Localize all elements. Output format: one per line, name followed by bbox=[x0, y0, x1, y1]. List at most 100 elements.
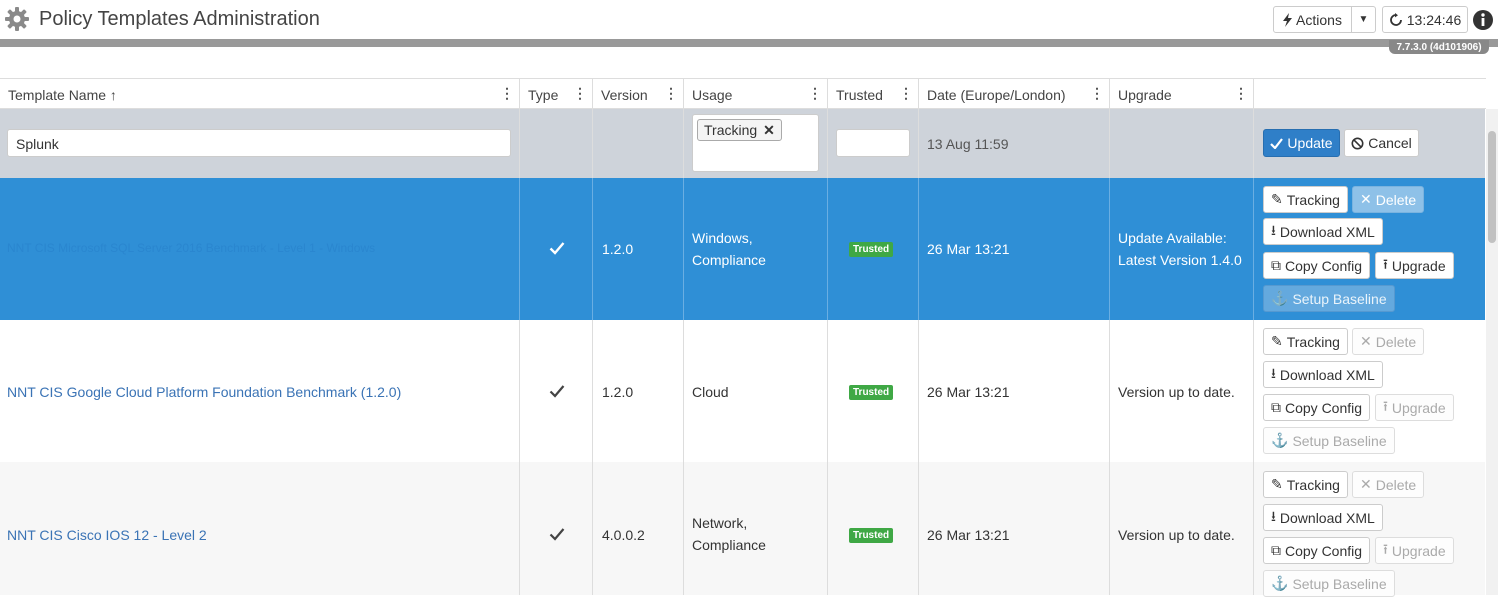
tracking-button[interactable]: ✎ Tracking bbox=[1263, 471, 1348, 498]
page-title: Policy Templates Administration bbox=[39, 8, 320, 30]
info-icon[interactable] bbox=[1472, 9, 1494, 31]
column-label: Date (Europe/London) bbox=[927, 87, 1066, 103]
column-menu-icon[interactable]: ⋮ bbox=[899, 85, 913, 102]
update-label: Update bbox=[1287, 135, 1333, 151]
gear-icon bbox=[4, 6, 30, 32]
column-label: Type bbox=[528, 87, 559, 103]
version-value: 1.2.0 bbox=[602, 384, 634, 400]
template-name-link[interactable]: NNT CIS Microsoft SQL Server 2016 Benchm… bbox=[7, 241, 375, 255]
usage-tag-label: Tracking bbox=[704, 122, 758, 138]
refresh-button[interactable]: 13:24:46 bbox=[1382, 6, 1468, 33]
date-value: 26 Mar 13:21 bbox=[927, 241, 1010, 257]
column-label: Template Name ↑ bbox=[8, 87, 117, 103]
delete-button[interactable]: ✕ Delete bbox=[1352, 328, 1425, 355]
upgrade-label: Upgrade bbox=[1391, 399, 1446, 416]
column-header-actions bbox=[1254, 78, 1486, 109]
column-header-type[interactable]: Type ⋮ bbox=[520, 78, 593, 109]
actions-label: Actions bbox=[1296, 11, 1342, 28]
date-value: 26 Mar 13:21 bbox=[927, 384, 1010, 400]
upload-icon: ⭱ bbox=[1383, 397, 1388, 414]
close-icon: ✕ bbox=[1360, 191, 1372, 207]
setup-baseline-button[interactable]: ⚓ Setup Baseline bbox=[1263, 285, 1395, 312]
tracking-button[interactable]: ✎ Tracking bbox=[1263, 186, 1348, 213]
trusted-input[interactable] bbox=[836, 129, 910, 157]
column-menu-icon[interactable]: ⋮ bbox=[573, 85, 587, 102]
usage-value: Windows, bbox=[692, 230, 753, 246]
column-header-upgrade[interactable]: Upgrade ⋮ bbox=[1110, 78, 1254, 109]
trusted-badge: Trusted bbox=[849, 385, 894, 400]
usage-tag: Tracking ✕ bbox=[697, 119, 782, 141]
version-badge: 7.7.3.0 (4d101906) bbox=[1389, 40, 1489, 54]
baseline-label: Setup Baseline bbox=[1292, 432, 1387, 449]
download-xml-button[interactable]: ⭳ Download XML bbox=[1263, 218, 1383, 245]
column-header-date[interactable]: Date (Europe/London) ⋮ bbox=[919, 78, 1110, 109]
column-menu-icon[interactable]: ⋮ bbox=[1090, 85, 1104, 102]
version-value: 4.0.0.2 bbox=[602, 527, 645, 543]
upgrade-status: Update Available: bbox=[1118, 230, 1227, 246]
anchor-icon: ⚓ bbox=[1271, 290, 1289, 306]
column-header-trusted[interactable]: Trusted ⋮ bbox=[828, 78, 919, 109]
vertical-scrollbar[interactable] bbox=[1486, 109, 1498, 595]
bolt-icon bbox=[1283, 12, 1293, 27]
check-icon bbox=[1270, 137, 1284, 149]
copy-label: Copy Config bbox=[1285, 542, 1363, 559]
close-icon: ✕ bbox=[1360, 333, 1372, 349]
column-header-usage[interactable]: Usage ⋮ bbox=[684, 78, 828, 109]
download-label: Download XML bbox=[1279, 509, 1375, 526]
edit-date: 13 Aug 11:59 bbox=[927, 136, 1009, 152]
setup-baseline-button[interactable]: ⚓ Setup Baseline bbox=[1263, 427, 1395, 454]
template-name-input[interactable]: Splunk bbox=[7, 129, 511, 157]
column-menu-icon[interactable]: ⋮ bbox=[664, 85, 678, 102]
column-menu-icon[interactable]: ⋮ bbox=[500, 85, 514, 102]
column-menu-icon[interactable]: ⋮ bbox=[1234, 85, 1248, 102]
usage-tag-input[interactable]: Tracking ✕ bbox=[692, 114, 819, 172]
upgrade-status: Version up to date. bbox=[1118, 527, 1235, 543]
delete-button[interactable]: ✕ Delete bbox=[1352, 186, 1425, 213]
cancel-label: Cancel bbox=[1368, 135, 1412, 151]
header-divider bbox=[0, 39, 1498, 47]
cancel-button[interactable]: Cancel bbox=[1344, 129, 1419, 157]
download-xml-button[interactable]: ⭳ Download XML bbox=[1263, 361, 1383, 388]
usage-value: Cloud bbox=[692, 384, 729, 400]
upgrade-label: Upgrade bbox=[1391, 257, 1446, 274]
column-label: Version bbox=[601, 87, 648, 103]
delete-button[interactable]: ✕ Delete bbox=[1352, 471, 1425, 498]
anchor-icon: ⚓ bbox=[1271, 575, 1289, 591]
setup-baseline-button[interactable]: ⚓ Setup Baseline bbox=[1263, 570, 1395, 597]
baseline-label: Setup Baseline bbox=[1292, 290, 1387, 307]
delete-label: Delete bbox=[1375, 191, 1417, 208]
actions-button[interactable]: Actions bbox=[1273, 6, 1352, 33]
scrollbar-thumb[interactable] bbox=[1488, 131, 1496, 243]
upgrade-button[interactable]: ⭱ Upgrade bbox=[1375, 537, 1454, 564]
check-icon bbox=[549, 527, 565, 541]
download-icon: ⭳ bbox=[1271, 507, 1276, 524]
tracking-label: Tracking bbox=[1286, 333, 1340, 350]
actions-dropdown-toggle[interactable]: ▼ bbox=[1351, 6, 1376, 33]
upgrade-button[interactable]: ⭱ Upgrade bbox=[1375, 252, 1454, 279]
download-label: Download XML bbox=[1279, 223, 1375, 240]
column-label: Upgrade bbox=[1118, 87, 1172, 103]
tracking-button[interactable]: ✎ Tracking bbox=[1263, 328, 1348, 355]
upgrade-button[interactable]: ⭱ Upgrade bbox=[1375, 394, 1454, 421]
delete-label: Delete bbox=[1375, 476, 1417, 493]
copy-config-button[interactable]: ⧉ Copy Config bbox=[1263, 252, 1371, 279]
pencil-icon: ✎ bbox=[1271, 333, 1283, 349]
template-name-link[interactable]: NNT CIS Cisco IOS 12 - Level 2 bbox=[7, 527, 207, 543]
pencil-icon: ✎ bbox=[1271, 191, 1283, 207]
copy-config-button[interactable]: ⧉ Copy Config bbox=[1263, 394, 1371, 421]
remove-tag-icon[interactable]: ✕ bbox=[763, 122, 775, 139]
tracking-label: Tracking bbox=[1286, 191, 1340, 208]
column-header-template-name[interactable]: Template Name ↑ ⋮ bbox=[0, 78, 520, 109]
copy-config-button[interactable]: ⧉ Copy Config bbox=[1263, 537, 1371, 564]
caret-down-icon: ▼ bbox=[1358, 14, 1369, 25]
download-xml-button[interactable]: ⭳ Download XML bbox=[1263, 504, 1383, 531]
upgrade-label: Upgrade bbox=[1391, 542, 1446, 559]
update-button[interactable]: Update bbox=[1263, 129, 1340, 157]
column-header-version[interactable]: Version ⋮ bbox=[593, 78, 684, 109]
clock-label: 13:24:46 bbox=[1406, 11, 1462, 28]
check-icon bbox=[549, 241, 565, 255]
upgrade-status: Version up to date. bbox=[1118, 384, 1235, 400]
column-menu-icon[interactable]: ⋮ bbox=[808, 85, 822, 102]
refresh-icon bbox=[1389, 12, 1403, 27]
template-name-link[interactable]: NNT CIS Google Cloud Platform Foundation… bbox=[7, 384, 401, 400]
